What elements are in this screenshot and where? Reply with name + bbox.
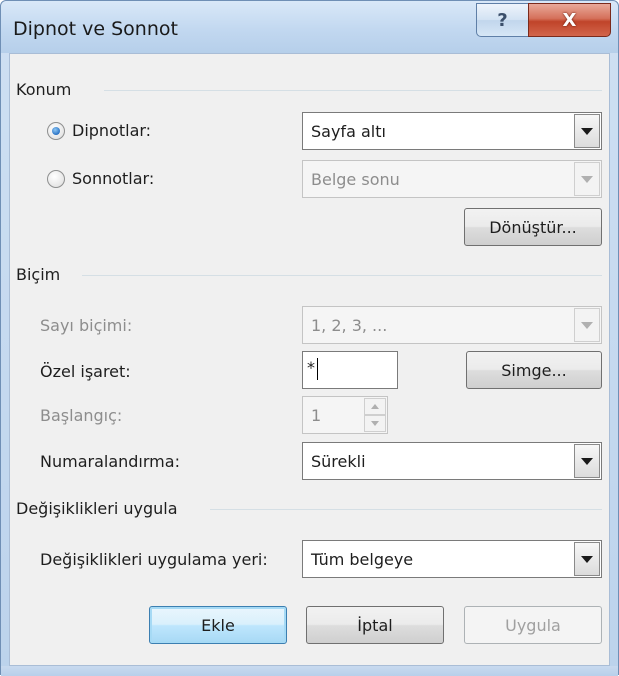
group-heading-konum: Konum <box>16 80 80 99</box>
sonnotlar-radio[interactable] <box>47 170 65 188</box>
dialog-window: Dipnot ve Sonnot ? X Konum Dipnotlar: Sa… <box>0 0 619 676</box>
cancel-button[interactable]: İptal <box>306 606 444 644</box>
endnote-location-select: Belge sonu <box>302 160 602 198</box>
dialog-body: Konum Dipnotlar: Sayfa altı Sonnotlar: B… <box>9 53 610 666</box>
convert-button[interactable]: Dönüştür... <box>464 208 602 246</box>
chevron-down-icon[interactable] <box>574 114 600 148</box>
custom-mark-input[interactable]: * <box>302 351 398 389</box>
number-format-select: 1, 2, 3, ... <box>302 306 602 344</box>
group-separator <box>82 275 602 276</box>
dipnotlar-label: Dipnotlar: <box>72 121 152 140</box>
custom-mark-label: Özel işaret: <box>40 362 131 381</box>
text-caret <box>317 358 318 380</box>
start-at-value: 1 <box>311 406 322 425</box>
chevron-down-icon <box>574 308 600 342</box>
spin-down-icon <box>364 415 386 432</box>
start-at-spinner: 1 <box>302 396 388 434</box>
apply-to-select[interactable]: Tüm belgeye <box>302 540 602 578</box>
number-format-value: 1, 2, 3, ... <box>311 316 388 335</box>
spinner-arrows <box>364 398 386 432</box>
numbering-select[interactable]: Sürekli <box>302 442 602 480</box>
footnote-location-select[interactable]: Sayfa altı <box>302 112 602 150</box>
title-bar[interactable]: Dipnot ve Sonnot ? X <box>1 1 618 53</box>
apply-to-label: Değişiklikleri uygulama yeri: <box>40 550 268 569</box>
spin-up-icon <box>364 398 386 415</box>
group-separator <box>210 509 602 510</box>
sonnotlar-label: Sonnotlar: <box>72 169 155 188</box>
question-mark-icon: ? <box>497 9 508 31</box>
chevron-down-icon[interactable] <box>574 542 600 576</box>
dipnotlar-radio[interactable] <box>47 122 65 140</box>
start-at-label: Başlangıç: <box>40 406 123 425</box>
group-separator <box>104 90 602 91</box>
apply-to-value: Tüm belgeye <box>311 550 414 569</box>
numbering-label: Numaralandırma: <box>40 452 180 471</box>
close-button[interactable]: X <box>528 3 611 37</box>
custom-mark-value: * <box>307 358 315 377</box>
close-icon: X <box>562 9 577 31</box>
endnote-location-value: Belge sonu <box>311 170 400 189</box>
apply-button: Uygula <box>464 606 602 644</box>
symbol-button[interactable]: Simge... <box>466 351 602 389</box>
window-title: Dipnot ve Sonnot <box>13 18 178 40</box>
chevron-down-icon <box>574 162 600 196</box>
group-heading-bicim: Biçim <box>16 265 69 284</box>
footnote-location-value: Sayfa altı <box>311 122 386 141</box>
help-button[interactable]: ? <box>476 3 528 37</box>
chevron-down-icon[interactable] <box>574 444 600 478</box>
numbering-value: Sürekli <box>311 452 366 471</box>
group-heading-apply: Değişiklikleri uygula <box>16 499 186 518</box>
number-format-label: Sayı biçimi: <box>40 316 133 335</box>
insert-button[interactable]: Ekle <box>149 606 287 644</box>
